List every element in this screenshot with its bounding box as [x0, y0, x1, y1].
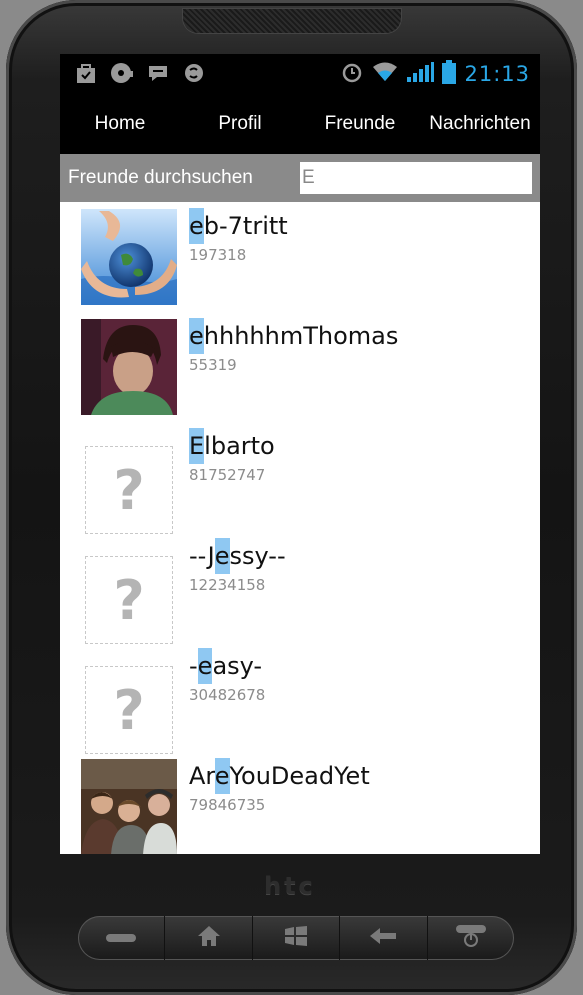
htc-logo: htc [264, 872, 316, 900]
avatar-placeholder: ? [85, 556, 173, 644]
screen: 21:13 Home Profil Freunde Nachrichten Fr… [60, 54, 540, 854]
list-item[interactable]: ? Elbarto 81752747 [60, 422, 540, 534]
avatar-placeholder: ? [85, 446, 173, 534]
question-mark-icon: ? [113, 568, 145, 632]
disc-icon [110, 61, 134, 85]
friend-name: -easy- [189, 648, 262, 684]
call-button[interactable] [78, 916, 166, 960]
avatar-placeholder: ? [85, 666, 173, 754]
friend-name: AreYouDeadYet [189, 758, 370, 794]
avatar-globe-hands-photo [81, 209, 177, 305]
friend-id: 197318 [189, 246, 247, 264]
battery-icon [442, 60, 457, 88]
search-match-highlight: e [197, 648, 213, 684]
list-item[interactable]: ? --Jessy-- 12234158 [60, 532, 540, 644]
alarm-icon [340, 60, 364, 88]
search-match-highlight: e [189, 208, 204, 244]
friend-id: 81752747 [189, 466, 266, 484]
question-mark-icon: ? [113, 458, 145, 522]
wifi-icon [372, 61, 398, 87]
friend-id: 30482678 [189, 686, 266, 704]
back-button[interactable] [340, 916, 428, 960]
tab-bar: Home Profil Freunde Nachrichten [60, 94, 540, 154]
store-bag-icon [74, 61, 98, 85]
search-input[interactable] [300, 162, 532, 194]
list-item[interactable]: eb-7tritt 197318 [60, 202, 540, 312]
tab-freunde[interactable]: Freunde [300, 113, 420, 135]
friend-name: Elbarto [189, 428, 275, 464]
friend-id: 79846735 [189, 796, 266, 814]
home-button[interactable] [165, 916, 253, 960]
friend-id: 12234158 [189, 576, 266, 594]
search-match-highlight: e [189, 318, 204, 354]
windows-icon [285, 926, 308, 950]
earpiece-speaker [182, 8, 402, 34]
status-bar: 21:13 [60, 54, 540, 94]
friend-name: eb-7tritt [189, 208, 288, 244]
search-match-highlight: E [189, 428, 205, 464]
home-icon [197, 926, 220, 950]
friend-name: ehhhhhmThomas [189, 318, 398, 354]
windows-button[interactable] [253, 916, 341, 960]
list-item[interactable]: ? -easy- 30482678 [60, 642, 540, 754]
call-icon [106, 929, 137, 948]
friend-search-bar: Freunde durchsuchen [60, 154, 540, 202]
avatar-group-photo [81, 759, 177, 854]
search-match-highlight: e [214, 538, 230, 574]
back-icon [370, 928, 397, 948]
tab-profil[interactable]: Profil [180, 113, 300, 135]
hardware-button-bar [78, 916, 514, 960]
friend-list: eb-7tritt 197318 ehhhhhmThomas 55319 ? E… [60, 202, 540, 854]
search-match-highlight: e [214, 758, 230, 794]
friend-name: --Jessy-- [189, 538, 286, 574]
signal-icon [406, 61, 435, 87]
skype-icon [182, 61, 206, 85]
tab-home[interactable]: Home [60, 113, 180, 135]
list-item[interactable]: ehhhhhmThomas 55319 [60, 312, 540, 422]
tab-nachrichten[interactable]: Nachrichten [420, 113, 540, 135]
avatar-person-photo [81, 319, 177, 415]
phone-frame: 21:13 Home Profil Freunde Nachrichten Fr… [6, 0, 577, 995]
status-clock: 21:13 [464, 62, 530, 86]
friend-id: 55319 [189, 356, 237, 374]
search-label: Freunde durchsuchen [68, 167, 253, 188]
chat-icon [146, 61, 170, 85]
question-mark-icon: ? [113, 678, 145, 742]
list-item[interactable]: AreYouDeadYet 79846735 [60, 752, 540, 854]
end-call-button[interactable] [428, 916, 514, 960]
end-call-icon [455, 925, 486, 951]
